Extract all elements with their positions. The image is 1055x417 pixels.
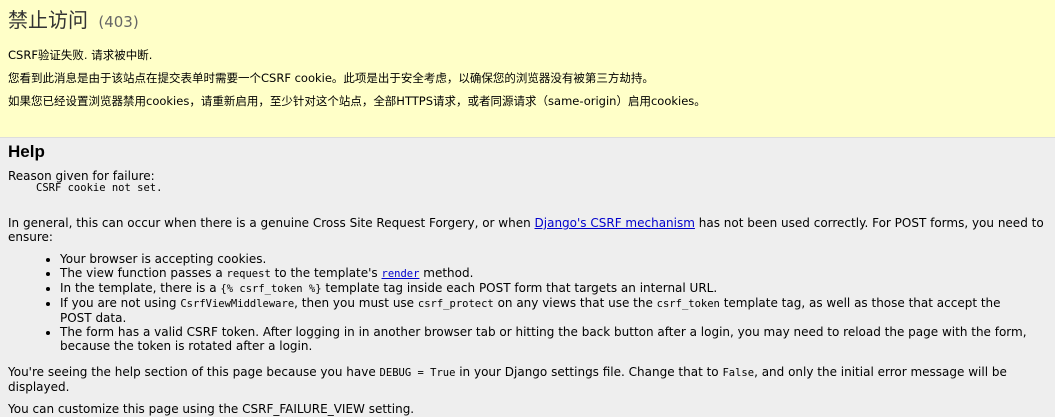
requirements-list: Your browser is accepting cookies. The v… — [8, 252, 1047, 353]
reason-value: CSRF cookie not set. — [36, 182, 163, 194]
list-item: The form has a valid CSRF token. After l… — [60, 325, 1047, 353]
inline-code: {% csrf_token %} — [220, 283, 322, 295]
list-text: method. — [419, 266, 474, 280]
help-heading: Help — [8, 142, 45, 161]
list-text: template tag inside each POST form that … — [321, 281, 718, 295]
list-text: If you are not using — [60, 296, 181, 310]
page-title: 禁止访问 (403) — [8, 8, 1047, 34]
list-text: on any views that use the — [493, 296, 657, 310]
debug-text: You're seeing the help section of this p… — [8, 365, 380, 379]
debug-text: in your Django settings file. Change tha… — [455, 365, 723, 379]
inline-code: DEBUG = True — [379, 367, 456, 379]
list-text: In the template, there is a — [60, 281, 221, 295]
list-item: In the template, there is a {% csrf_toke… — [60, 281, 1047, 296]
debug-paragraph: You're seeing the help section of this p… — [8, 365, 1047, 394]
page-title-text: 禁止访问 — [8, 8, 88, 32]
list-item: Your browser is accepting cookies. — [60, 252, 1047, 266]
general-paragraph: In general, this can occur when there is… — [8, 216, 1047, 244]
render-link[interactable]: render — [382, 268, 420, 280]
summary-line-1: CSRF验证失败. 请求被中断. — [8, 48, 153, 62]
inline-code: request — [226, 268, 271, 280]
general-text-pre: In general, this can occur when there is… — [8, 216, 535, 230]
summary-line-3: 如果您已经设置浏览器禁用cookies，请重新启用，至少针对这个站点，全部HTT… — [8, 94, 706, 108]
reason-label: Reason given for failure: — [8, 169, 155, 183]
list-text: template tag, as well as those that acce… — [719, 296, 1001, 310]
list-text: , then you must use — [294, 296, 418, 310]
summary-line-2: 您看到此消息是由于该站点在提交表单时需要一个CSRF cookie。此项是出于安… — [8, 71, 654, 85]
failure-reason: Reason given for failure: CSRF cookie no… — [8, 170, 1047, 194]
list-text: The view function passes a — [60, 266, 227, 280]
help-section: Help Reason given for failure: CSRF cook… — [0, 138, 1055, 416]
list-text: because the token is rotated after a log… — [60, 339, 313, 353]
inline-code: csrf_protect — [417, 298, 494, 310]
inline-code: False — [722, 367, 755, 379]
django-csrf-link[interactable]: Django's CSRF mechanism — [535, 216, 695, 230]
list-text: The form has a valid CSRF token. After l… — [60, 325, 1027, 339]
list-item: If you are not using CsrfViewMiddleware,… — [60, 296, 1047, 325]
list-text: to the template's — [270, 266, 382, 280]
customize-paragraph: You can customize this page using the CS… — [8, 402, 415, 416]
inline-code: CsrfViewMiddleware — [180, 298, 295, 310]
list-text: POST data. — [60, 311, 127, 325]
list-item: The view function passes a request to th… — [60, 266, 1047, 281]
summary-panel: 禁止访问 (403) CSRF验证失败. 请求被中断. 您看到此消息是由于该站点… — [0, 0, 1055, 138]
status-code: (403) — [98, 13, 139, 31]
inline-code: csrf_token — [656, 298, 720, 310]
